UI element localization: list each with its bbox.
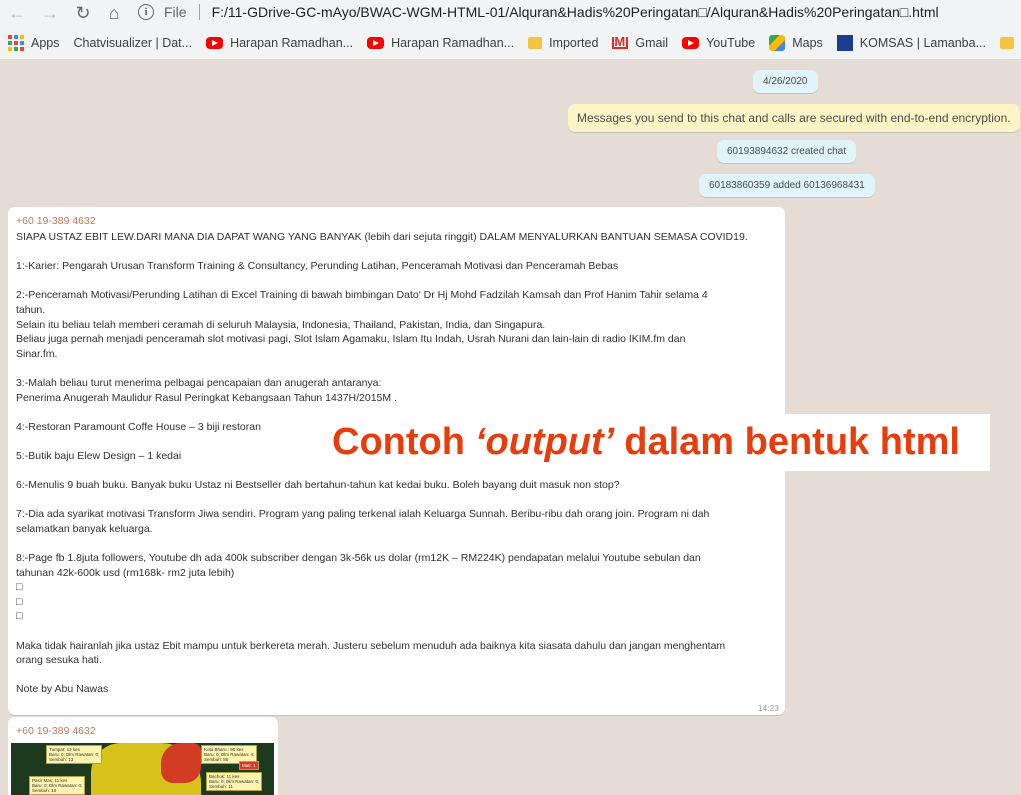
browser-toolbar: ← → ↻ ⌂ i File F:/11-GDrive-GC-mAyo/BWAC… [0,0,1021,26]
map-label-pasir-mas: Pasir Mas: 11 kes Baru: 0; Dlm Rawatan: … [29,776,86,795]
bookmark-maps[interactable]: Maps [769,34,823,51]
bookmark-harapan-ramadhan-1[interactable]: Harapan Ramadhan... [206,36,353,50]
caption-part3: dalam bentuk html [624,421,960,463]
bookmark-gmail[interactable]: Gmail [612,34,669,50]
bookmark-apps[interactable]: Apps [8,34,60,51]
created-chat-notice: 60193894632 created chat [717,140,856,163]
overlay-caption: Contoh ‘output’ dalam bentuk html [328,414,990,471]
youtube-icon [367,36,385,49]
bookmark-chatvisualizer[interactable]: Chatvisualizer | Dat... [0,35,193,103]
address-separator [198,4,200,20]
apps-grid-icon [8,34,24,51]
back-arrow-icon[interactable]: ← [3,1,31,25]
url-text[interactable]: F:/11-GDrive-GC-mAyo/BWAC-WGM-HTML-01/Al… [212,4,939,20]
caption-part1: Contoh [332,421,465,463]
message-time: 14:23 [757,703,779,713]
youtube-icon [682,36,700,49]
maps-icon [769,34,786,51]
bookmark-label: Imported [549,35,599,50]
forward-arrow-icon[interactable]: → [36,1,64,25]
folder-icon [1000,36,1015,49]
youtube-icon [206,36,224,49]
encryption-notice: Messages you send to this chat and calls… [568,104,1020,132]
caption-part2: ‘output’ [474,421,615,463]
message-sender[interactable]: +60 19-389 4632 [16,725,270,737]
bookmark-label: Harapan Ramadhan... [230,35,354,50]
bookmark-label: Gmail [635,35,669,50]
folder-icon [528,36,543,49]
date-chip: 4/26/2020 [753,70,818,93]
covid-map-image[interactable]: Tumpat: 13 kes Baru: 0; Dlm Rawatan: 0; … [11,743,274,795]
map-label-tumpat: Tumpat: 13 kes Baru: 0; Dlm Rawatan: 0; … [46,745,103,764]
bookmark-overflow-folder[interactable] [1000,36,1021,49]
bookmark-label: Maps [792,35,823,50]
map-label-mati: Mati: 1 [239,761,259,770]
info-icon[interactable]: i [138,4,154,20]
added-member-notice: 60183860359 added 60136968431 [699,174,875,197]
map-label-bachok: Bachok: 11 kes Baru: 0; Dlm Rawatan: 0; … [206,772,263,791]
gmail-icon [612,34,629,49]
bookmark-komsas[interactable]: KOMSAS | Lamanba... [836,34,987,51]
bookmark-harapan-ramadhan-2[interactable]: Harapan Ramadhan... [367,36,514,50]
reload-icon[interactable]: ↻ [69,1,97,25]
bookmark-label: Chatvisualizer | Dat... [73,35,193,50]
home-icon[interactable]: ⌂ [100,1,128,25]
bookmarks-bar: Apps Chatvisualizer | Dat... Harapan Ram… [0,26,1021,103]
bookmark-label: Apps [31,35,60,50]
bookmark-label: YouTube [706,35,756,50]
komsas-icon [836,34,853,51]
address-bar[interactable]: i File F:/11-GDrive-GC-mAyo/BWAC-WGM-HTM… [138,0,939,24]
url-scheme: File [164,4,187,20]
bookmark-label: Harapan Ramadhan... [391,35,515,50]
bookmark-youtube[interactable]: YouTube [682,36,755,50]
bookmark-label: KOMSAS | Lamanba... [859,35,987,50]
message-sender[interactable]: +60 19-389 4632 [16,215,777,227]
map-red-zone [161,743,201,783]
bookmark-imported[interactable]: Imported [528,36,598,50]
